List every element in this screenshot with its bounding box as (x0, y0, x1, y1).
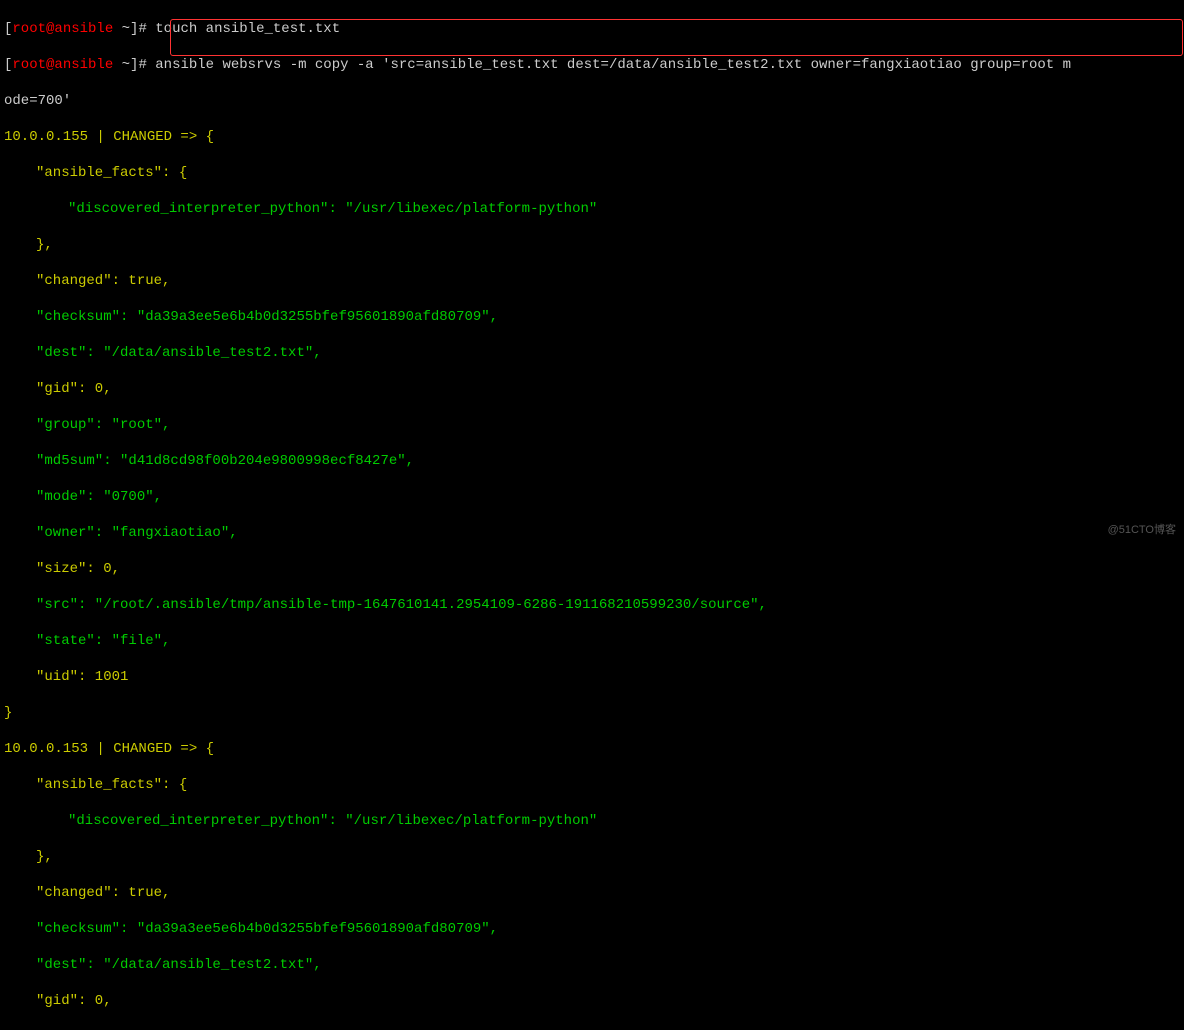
host1-mode: "mode": "0700", (4, 488, 1180, 506)
prompt-space (113, 57, 121, 73)
prompt-hash: # (138, 21, 155, 37)
host1-group: "group": "root", (4, 416, 1180, 434)
host1-gid: "gid": 0, (4, 380, 1180, 398)
host1-header: 10.0.0.155 | CHANGED => { (4, 128, 1180, 146)
watermark: @51CTO博客 (1108, 521, 1176, 539)
host2-checksum: "checksum": "da39a3ee5e6b4b0d3255bfef956… (4, 920, 1180, 938)
host2-close-brace: }, (4, 848, 1180, 866)
host1-owner: "owner": "fangxiaotiao", (4, 524, 1180, 542)
command-2b: ode=700' (4, 92, 1180, 110)
host2-facts-open: "ansible_facts": { (4, 776, 1180, 794)
host1-state: "state": "file", (4, 632, 1180, 650)
prompt-user: root (12, 57, 46, 73)
host2-changed: "changed": true, (4, 884, 1180, 902)
host1-facts-open: "ansible_facts": { (4, 164, 1180, 182)
host1-md5sum: "md5sum": "d41d8cd98f00b204e9800998ecf84… (4, 452, 1180, 470)
terminal-output: [root@ansible ~]# touch ansible_test.txt… (0, 0, 1184, 1030)
highlight-box (170, 19, 1183, 56)
host2-header: 10.0.0.153 | CHANGED => { (4, 740, 1180, 758)
prompt-line-2[interactable]: [root@ansible ~]# ansible websrvs -m cop… (4, 56, 1180, 74)
host1-close-brace: }, (4, 236, 1180, 254)
host1-size: "size": 0, (4, 560, 1180, 578)
host1-dest: "dest": "/data/ansible_test2.txt", (4, 344, 1180, 362)
prompt-hash: # (138, 57, 155, 73)
host1-changed: "changed": true, (4, 272, 1180, 290)
host2-interp: "discovered_interpreter_python": "/usr/l… (4, 812, 1180, 830)
prompt-space (113, 21, 121, 37)
prompt-tilde: ~ (122, 57, 130, 73)
host1-end: } (4, 704, 1180, 722)
prompt-host: ansible (54, 57, 113, 73)
prompt-tilde: ~ (122, 21, 130, 37)
host1-uid: "uid": 1001 (4, 668, 1180, 686)
command-2a: ansible websrvs -m copy -a 'src=ansible_… (155, 57, 1071, 73)
host1-src: "src": "/root/.ansible/tmp/ansible-tmp-1… (4, 596, 1180, 614)
host2-dest: "dest": "/data/ansible_test2.txt", (4, 956, 1180, 974)
host1-interp: "discovered_interpreter_python": "/usr/l… (4, 200, 1180, 218)
host2-gid: "gid": 0, (4, 992, 1180, 1010)
host1-checksum: "checksum": "da39a3ee5e6b4b0d3255bfef956… (4, 308, 1180, 326)
prompt-host: ansible (54, 21, 113, 37)
prompt-user: root (12, 21, 46, 37)
